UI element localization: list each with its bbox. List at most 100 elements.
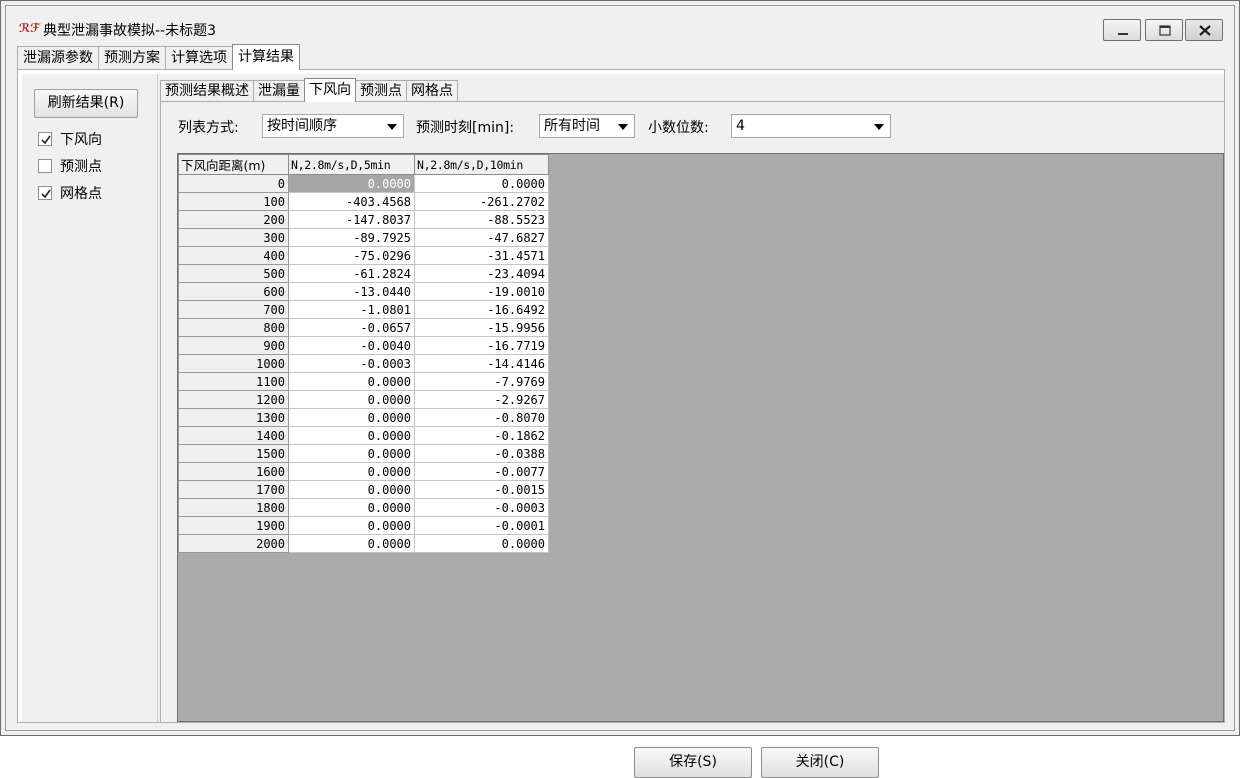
cell-10min[interactable]: -0.8070 [414,408,549,427]
table-row[interactable]: 700 -1.0801 -16.6492 [178,300,549,319]
tab-prediction-points[interactable]: 预测点 [355,80,407,102]
cell-5min[interactable]: 0.0000 [288,372,415,391]
cell-5min[interactable]: 0.0000 [288,174,415,193]
cell-10min[interactable]: -19.0010 [414,282,549,301]
results-table[interactable]: 下风向距离(m) N,2.8m/s,D,5min N,2.8m/s,D,10mi… [178,154,549,553]
row-header-distance[interactable]: 400 [178,246,289,265]
table-row[interactable]: 2000 0.0000 0.0000 [178,534,549,553]
list-mode-select[interactable]: 按时间顺序 [262,114,404,138]
row-header-distance[interactable]: 1400 [178,426,289,445]
maximize-button[interactable] [1145,19,1183,41]
results-grid-area[interactable]: 下风向距离(m) N,2.8m/s,D,5min N,2.8m/s,D,10mi… [177,153,1224,778]
cell-5min[interactable]: -89.7925 [288,228,415,247]
tab-downwind[interactable]: 下风向 [304,78,356,102]
column-header-5min[interactable]: N,2.8m/s,D,5min [288,154,415,175]
refresh-results-button[interactable]: 刷新结果(R) [34,89,138,118]
cell-10min[interactable]: -31.4571 [414,246,549,265]
cell-10min[interactable]: -15.9956 [414,318,549,337]
row-header-distance[interactable]: 1100 [178,372,289,391]
tab-prediction-plan[interactable]: 预测方案 [98,46,166,70]
cell-5min[interactable]: -75.0296 [288,246,415,265]
cell-10min[interactable]: -16.6492 [414,300,549,319]
table-row[interactable]: 400 -75.0296 -31.4571 [178,246,549,265]
save-button[interactable]: 保存(S) [634,747,752,778]
checkbox-downwind[interactable]: 下风向 [38,130,102,148]
tab-calc-results[interactable]: 计算结果 [232,44,300,70]
tab-result-summary[interactable]: 预测结果概述 [160,80,254,102]
row-header-distance[interactable]: 1000 [178,354,289,373]
table-row[interactable]: 1100 0.0000 -7.9769 [178,372,549,391]
checkbox-grid-point[interactable]: 网格点 [38,184,102,202]
table-row[interactable]: 1600 0.0000 -0.0077 [178,462,549,481]
row-header-distance[interactable]: 900 [178,336,289,355]
cell-5min[interactable]: -0.0040 [288,336,415,355]
cell-5min[interactable]: 0.0000 [288,462,415,481]
cell-5min[interactable]: -147.8037 [288,210,415,229]
tab-leak-source[interactable]: 泄漏源参数 [17,46,99,70]
table-row[interactable]: 500 -61.2824 -23.4094 [178,264,549,283]
table-row[interactable]: 800 -0.0657 -15.9956 [178,318,549,337]
column-header-10min[interactable]: N,2.8m/s,D,10min [414,154,549,175]
column-header-distance[interactable]: 下风向距离(m) [178,154,289,175]
cell-5min[interactable]: 0.0000 [288,390,415,409]
cell-10min[interactable]: 0.0000 [414,174,549,193]
table-row[interactable]: 1200 0.0000 -2.9267 [178,390,549,409]
row-header-distance[interactable]: 200 [178,210,289,229]
cell-10min[interactable]: -2.9267 [414,390,549,409]
table-row[interactable]: 1300 0.0000 -0.8070 [178,408,549,427]
cell-10min[interactable]: -0.0001 [414,516,549,535]
table-row[interactable]: 300 -89.7925 -47.6827 [178,228,549,247]
cell-10min[interactable]: -88.5523 [414,210,549,229]
cell-10min[interactable]: -23.4094 [414,264,549,283]
table-row[interactable]: 1500 0.0000 -0.0388 [178,444,549,463]
row-header-distance[interactable]: 800 [178,318,289,337]
row-header-distance[interactable]: 1800 [178,498,289,517]
row-header-distance[interactable]: 100 [178,192,289,211]
table-row[interactable]: 1700 0.0000 -0.0015 [178,480,549,499]
cell-5min[interactable]: 0.0000 [288,408,415,427]
cell-10min[interactable]: -0.0015 [414,480,549,499]
cell-5min[interactable]: -403.4568 [288,192,415,211]
cell-5min[interactable]: -1.0801 [288,300,415,319]
table-row[interactable]: 100 -403.4568 -261.2702 [178,192,549,211]
close-button[interactable]: 关闭(C) [761,747,879,778]
cell-5min[interactable]: 0.0000 [288,426,415,445]
row-header-distance[interactable]: 1200 [178,390,289,409]
row-header-distance[interactable]: 1600 [178,462,289,481]
tab-grid-points[interactable]: 网格点 [406,80,458,102]
table-row[interactable]: 1900 0.0000 -0.0001 [178,516,549,535]
tab-calc-options[interactable]: 计算选项 [165,46,233,70]
cell-5min[interactable]: -61.2824 [288,264,415,283]
row-header-distance[interactable]: 0 [178,174,289,193]
checkbox-box[interactable] [38,159,52,173]
cell-10min[interactable]: 0.0000 [414,534,549,553]
cell-10min[interactable]: -7.9769 [414,372,549,391]
table-row[interactable]: 900 -0.0040 -16.7719 [178,336,549,355]
table-row[interactable]: 200 -147.8037 -88.5523 [178,210,549,229]
row-header-distance[interactable]: 1900 [178,516,289,535]
checkbox-box[interactable] [38,186,52,200]
row-header-distance[interactable]: 1700 [178,480,289,499]
row-header-distance[interactable]: 500 [178,264,289,283]
cell-10min[interactable]: -47.6827 [414,228,549,247]
cell-10min[interactable]: -0.0388 [414,444,549,463]
cell-5min[interactable]: 0.0000 [288,444,415,463]
close-window-button[interactable] [1185,19,1223,41]
cell-10min[interactable]: -0.0003 [414,498,549,517]
cell-10min[interactable]: -14.4146 [414,354,549,373]
table-row[interactable]: 1400 0.0000 -0.1862 [178,426,549,445]
cell-5min[interactable]: 0.0000 [288,516,415,535]
time-select[interactable]: 所有时间 [539,114,635,138]
row-header-distance[interactable]: 1500 [178,444,289,463]
row-header-distance[interactable]: 300 [178,228,289,247]
minimize-button[interactable] [1103,19,1141,41]
tab-leak-amount[interactable]: 泄漏量 [253,80,305,102]
cell-5min[interactable]: -0.0003 [288,354,415,373]
decimals-select[interactable]: 4 [731,114,891,138]
row-header-distance[interactable]: 700 [178,300,289,319]
row-header-distance[interactable]: 2000 [178,534,289,553]
table-row[interactable]: 1800 0.0000 -0.0003 [178,498,549,517]
cell-5min[interactable]: -0.0657 [288,318,415,337]
cell-5min[interactable]: -13.0440 [288,282,415,301]
cell-10min[interactable]: -16.7719 [414,336,549,355]
